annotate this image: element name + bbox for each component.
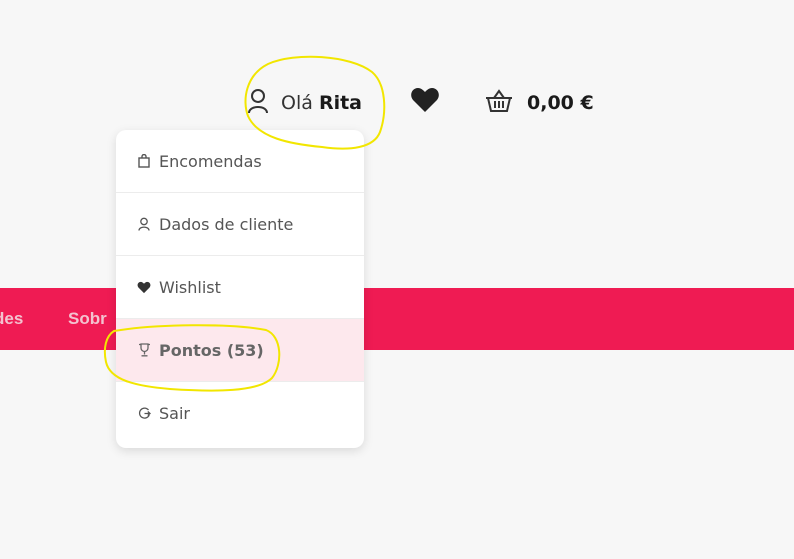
nav-item-1[interactable]: des — [0, 309, 23, 329]
user-name: Rita — [318, 92, 362, 114]
menu-item-dados-cliente[interactable]: Dados de cliente — [116, 193, 364, 256]
site-header: Olá Rita 0,00 € — [0, 0, 794, 130]
user-icon — [247, 88, 269, 118]
cart-total: 0,00 € — [527, 92, 594, 114]
account-button[interactable]: Olá Rita — [247, 86, 362, 120]
menu-item-label: Wishlist — [159, 277, 221, 297]
wishlist-button[interactable] — [410, 86, 440, 114]
menu-item-wishlist[interactable]: Wishlist — [116, 256, 364, 319]
menu-item-label: Sair — [159, 404, 190, 423]
nav-item-2[interactable]: Sobr — [68, 309, 107, 329]
basket-icon — [485, 89, 513, 117]
cart-button[interactable]: 0,00 € — [485, 86, 594, 120]
user-icon — [137, 216, 151, 232]
heart-icon — [137, 279, 151, 295]
menu-item-label: Dados de cliente — [159, 214, 294, 234]
account-dropdown: Encomendas Dados de cliente Wishlist Pon… — [116, 130, 364, 448]
menu-item-sair[interactable]: Sair — [116, 382, 364, 445]
menu-item-pontos[interactable]: Pontos (53) — [116, 319, 364, 382]
shopping-bag-icon — [137, 153, 151, 169]
trophy-icon — [137, 342, 151, 358]
menu-item-label: Encomendas — [159, 151, 262, 171]
greeting-text: Olá Rita — [281, 92, 362, 114]
menu-item-label: Pontos (53) — [159, 340, 264, 360]
logout-icon — [137, 406, 151, 422]
heart-icon — [410, 88, 440, 118]
menu-item-encomendas[interactable]: Encomendas — [116, 130, 364, 193]
